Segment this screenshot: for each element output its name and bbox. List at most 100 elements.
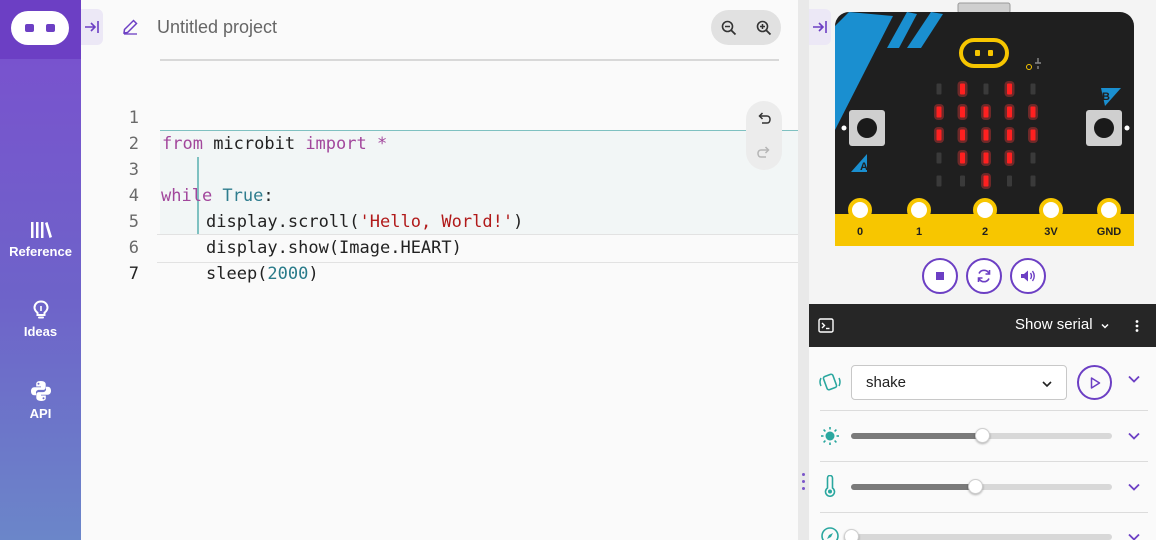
- speaker-icon: [1021, 270, 1035, 282]
- pin-pad[interactable]: [848, 198, 872, 222]
- sidebar-item-api[interactable]: API: [0, 380, 81, 440]
- zoom-in-icon: [756, 20, 771, 35]
- zoom-in-button[interactable]: [746, 10, 781, 45]
- zoom-out-icon: [721, 20, 736, 35]
- collapse-arrow-icon: [813, 21, 827, 33]
- undo-icon: [758, 112, 771, 124]
- pin-pad[interactable]: [907, 198, 931, 222]
- thermometer-icon: [824, 475, 836, 497]
- collapse-arrow-icon: [85, 21, 99, 33]
- code-line: 3 while True:: [81, 131, 798, 206]
- pin-label: 1: [916, 226, 922, 238]
- light-level-slider[interactable]: [851, 428, 1112, 443]
- compass-slider[interactable]: [844, 529, 1112, 540]
- undo-redo-controls: [746, 101, 782, 170]
- zoom-out-button[interactable]: [711, 10, 746, 45]
- pin-label: GND: [1097, 226, 1122, 238]
- collapse-sidebar-button[interactable]: [81, 9, 103, 45]
- redo-icon: [757, 146, 770, 158]
- led-on: [1007, 106, 1012, 118]
- sidebar-item-reference[interactable]: Reference: [0, 220, 81, 280]
- temperature-slider[interactable]: [851, 479, 1112, 494]
- light-level-fill: [851, 433, 982, 439]
- logo-area[interactable]: [0, 0, 81, 59]
- redo-button[interactable]: [746, 135, 782, 169]
- touch-logo-eye: [975, 50, 980, 56]
- button-b-cap: [1094, 118, 1114, 138]
- led-on: [1007, 129, 1012, 141]
- show-serial-toggle[interactable]: Show serial: [1015, 316, 1093, 333]
- chevron-down-icon[interactable]: [1125, 427, 1143, 445]
- chevron-down-icon[interactable]: [1125, 370, 1143, 388]
- pin-label: 0: [857, 226, 863, 238]
- code-line: 4 display.scroll('Hello, World!'): [81, 157, 798, 232]
- chevron-down-icon[interactable]: [1100, 321, 1110, 331]
- button-a-cap: [857, 118, 877, 138]
- drag-handle-icon[interactable]: [802, 473, 805, 491]
- pane-divider[interactable]: [798, 0, 809, 540]
- light-level-icon: [821, 427, 839, 445]
- chevron-down-icon: [1042, 381, 1052, 388]
- pin-pad[interactable]: [1097, 198, 1121, 222]
- led-on: [1007, 83, 1012, 95]
- edit-pencil-icon[interactable]: [122, 18, 139, 35]
- led-off: [936, 83, 942, 95]
- project-name[interactable]: Untitled project: [157, 17, 277, 38]
- led-on: [1030, 129, 1036, 141]
- led-off: [960, 175, 965, 187]
- usb-connector: [957, 2, 1011, 14]
- led-on: [983, 175, 989, 187]
- led-on: [983, 129, 989, 141]
- app-root: Reference Ideas API Untitled project 1 f…: [0, 0, 1156, 540]
- temperature-fill: [851, 484, 975, 490]
- sidebar: Reference Ideas API: [0, 0, 81, 540]
- more-options-icon[interactable]: [1134, 319, 1140, 333]
- led-off: [1030, 152, 1036, 164]
- led-on: [983, 152, 989, 164]
- code-line: 7: [81, 235, 798, 284]
- lightbulb-icon: [32, 300, 49, 319]
- led-on: [936, 129, 942, 141]
- send-gesture-button[interactable]: [1077, 365, 1112, 400]
- gesture-select[interactable]: shake: [851, 365, 1067, 400]
- led-on: [960, 83, 965, 95]
- pin-label: 3V: [1044, 226, 1058, 238]
- light-level-thumb[interactable]: [975, 428, 990, 443]
- python-icon: [30, 381, 51, 401]
- divider: [820, 410, 1148, 411]
- divider: [820, 461, 1148, 462]
- pin-pad[interactable]: [1039, 198, 1063, 222]
- play-icon: [1090, 376, 1100, 389]
- temperature-thumb[interactable]: [968, 479, 983, 494]
- divider: [820, 512, 1148, 513]
- led-off: [1007, 175, 1012, 187]
- logo-eye-right: [46, 24, 55, 32]
- led-on: [1030, 106, 1036, 118]
- button-b-label: B: [1102, 91, 1110, 103]
- chevron-down-icon[interactable]: [1125, 478, 1143, 496]
- books-icon: [30, 222, 52, 238]
- undo-button[interactable]: [746, 101, 782, 135]
- code-line: 5 display.show(Image.HEART): [81, 183, 798, 258]
- button-a-marker: [841, 125, 847, 131]
- terminal-icon: [818, 318, 834, 333]
- button-a-label: A: [860, 161, 868, 173]
- chevron-down-icon[interactable]: [1125, 528, 1143, 540]
- led-off: [1030, 83, 1036, 95]
- code-text: sleep(2000): [206, 264, 319, 284]
- button-b-marker: [1124, 125, 1130, 131]
- collapse-simulator-button[interactable]: [809, 9, 831, 45]
- reset-button[interactable]: [966, 258, 1002, 294]
- sidebar-item-label: API: [29, 406, 52, 421]
- microbit-board: A B 0 1 2 3V GND: [835, 2, 1134, 246]
- pin-pad[interactable]: [973, 198, 997, 222]
- sidebar-item-label: Reference: [9, 244, 72, 259]
- stop-button[interactable]: [922, 258, 958, 294]
- stop-icon: [936, 272, 944, 280]
- compass-thumb[interactable]: [844, 529, 859, 540]
- led-on: [936, 106, 942, 118]
- sidebar-item-ideas[interactable]: Ideas: [0, 300, 81, 360]
- led-off: [1030, 175, 1036, 187]
- sound-button[interactable]: [1010, 258, 1046, 294]
- led-on: [983, 106, 989, 118]
